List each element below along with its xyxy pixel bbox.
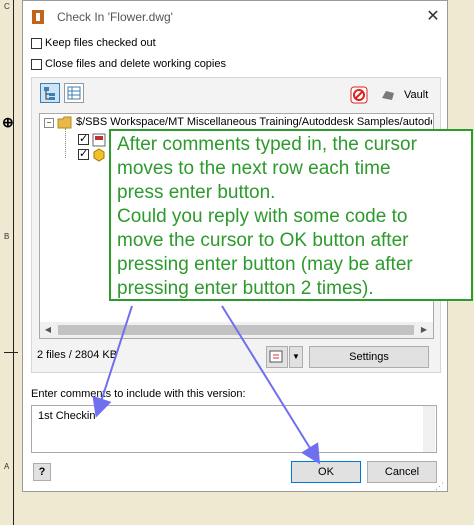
arrow-to-ok [221, 305, 321, 465]
arrow-to-comments [92, 305, 133, 418]
annotation-arrows [92, 305, 321, 465]
